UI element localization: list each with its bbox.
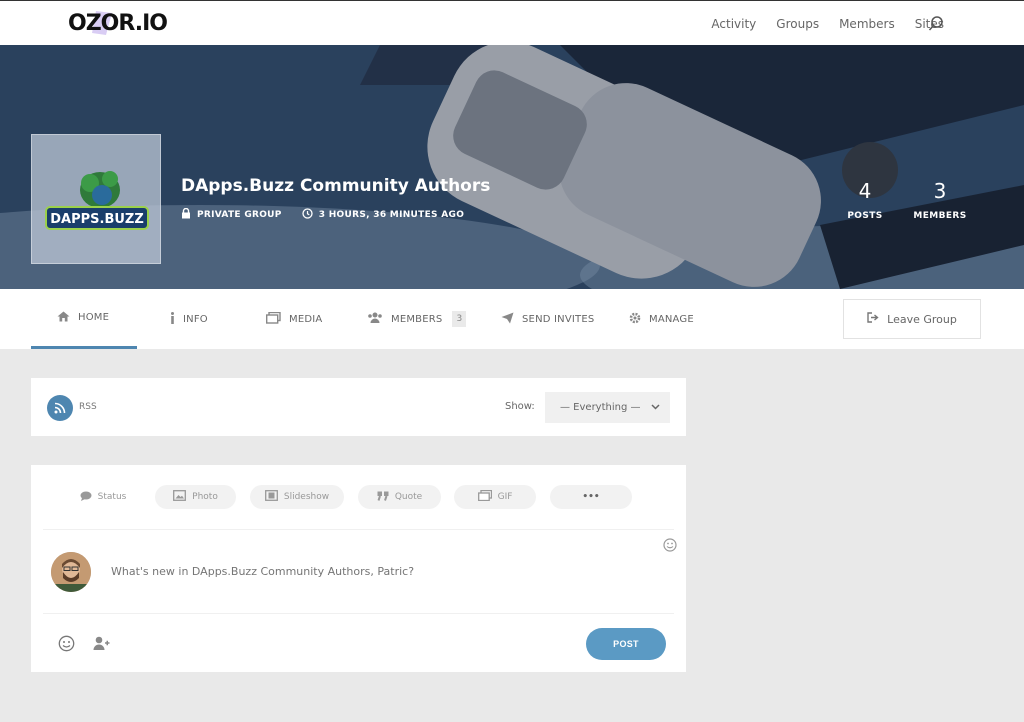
quote-icon	[377, 491, 389, 504]
chevron-down-icon	[651, 402, 660, 413]
post-type-status-label: Status	[97, 492, 127, 502]
group-title: DApps.Buzz Community Authors	[181, 176, 491, 196]
info-icon	[170, 311, 175, 327]
post-type-quote[interactable]: Quote	[358, 485, 441, 509]
emoji-icon[interactable]	[663, 537, 677, 556]
post-type-gif[interactable]: GIF	[454, 485, 536, 509]
post-type-gif-label: GIF	[497, 492, 513, 502]
leave-group-button[interactable]: Leave Group	[843, 299, 981, 339]
members-count-badge: 3	[452, 311, 467, 327]
tab-members[interactable]: MEMBERS 3	[367, 289, 467, 349]
posts-label: POSTS	[847, 211, 883, 221]
posts-count: 4	[858, 179, 872, 203]
users-icon	[367, 312, 383, 326]
post-type-quote-label: Quote	[394, 492, 423, 502]
tab-info[interactable]: INFO	[170, 289, 208, 349]
tab-media-label: MEDIA	[289, 313, 323, 325]
tab-media[interactable]: MEDIA	[265, 289, 323, 349]
tab-manage[interactable]: MANAGE	[629, 289, 694, 349]
group-avatar[interactable]: DAPPS.BUZZ	[31, 134, 161, 264]
tab-send-invites[interactable]: SEND INVITES	[501, 289, 594, 349]
whats-new-input[interactable]	[111, 565, 631, 578]
tab-info-label: INFO	[183, 313, 208, 325]
site-logo[interactable]: OZOR.IO	[68, 9, 168, 39]
nav-activity[interactable]: Activity	[711, 17, 756, 31]
activity-filter-select[interactable]: — Everything —	[545, 392, 670, 423]
group-meta: PRIVATE GROUP 3 HOURS, 36 MINUTES AGO	[181, 207, 465, 222]
nav-members[interactable]: Members	[839, 17, 895, 31]
post-type-photo-label: Photo	[192, 492, 218, 502]
tab-send-invites-label: SEND INVITES	[522, 313, 595, 325]
nav-groups[interactable]: Groups	[776, 17, 819, 31]
film-icon	[264, 490, 278, 504]
members-stat: 3 MEMBERS	[912, 179, 968, 222]
group-privacy: PRIVATE GROUP	[197, 210, 282, 220]
posts-stat: 4 POSTS	[845, 179, 885, 222]
main-nav: Activity Groups Members Sites	[711, 1, 944, 46]
tab-home[interactable]: HOME	[31, 289, 137, 349]
post-type-more-button[interactable]: •••	[550, 485, 632, 509]
lock-icon	[181, 207, 191, 222]
members-count: 3	[933, 179, 947, 203]
show-label: Show:	[505, 401, 535, 412]
tab-members-label: MEMBERS	[391, 313, 443, 325]
media-icon	[265, 311, 281, 327]
mention-user-icon[interactable]	[93, 636, 110, 655]
rss-link[interactable]: RSS	[79, 402, 97, 412]
post-button[interactable]: POST	[586, 628, 666, 660]
gear-icon	[629, 312, 641, 327]
group-tabbar: HOME INFO MEDIA MEMBERS 3 SEND INVITES M…	[0, 289, 1024, 349]
paper-plane-icon	[501, 312, 514, 327]
search-icon[interactable]	[928, 16, 944, 32]
user-avatar[interactable]	[51, 552, 91, 592]
tab-manage-label: MANAGE	[649, 313, 694, 325]
tab-home-label: HOME	[78, 312, 110, 323]
image-icon	[173, 490, 187, 504]
post-form: Status Photo Slideshow Quote GIF ••• Wha…	[31, 465, 686, 672]
post-type-slideshow-label: Slideshow	[283, 492, 330, 502]
group-avatar-text: DAPPS.BUZZ	[50, 212, 144, 227]
group-active-time: 3 HOURS, 36 MINUTES AGO	[318, 210, 465, 220]
emoji-picker-icon[interactable]	[58, 635, 75, 656]
clock-icon	[302, 208, 313, 222]
comment-icon	[80, 491, 92, 504]
home-icon	[57, 311, 70, 325]
members-label: MEMBERS	[913, 211, 967, 221]
post-type-slideshow[interactable]: Slideshow	[250, 485, 344, 509]
leave-group-label: Leave Group	[887, 312, 957, 326]
site-header: OZOR.IO Activity Groups Members Sites	[0, 0, 1024, 45]
post-type-status[interactable]: Status	[63, 485, 143, 509]
rss-icon[interactable]	[47, 395, 73, 421]
activity-filter-value: — Everything —	[560, 402, 641, 413]
group-cover: DAPPS.BUZZ DApps.Buzz Community Authors …	[0, 45, 1024, 289]
post-type-photo[interactable]: Photo	[155, 485, 236, 509]
gif-icon	[477, 489, 492, 504]
activity-filter-bar: RSS Show: — Everything —	[31, 378, 686, 436]
sign-out-icon	[867, 312, 879, 326]
